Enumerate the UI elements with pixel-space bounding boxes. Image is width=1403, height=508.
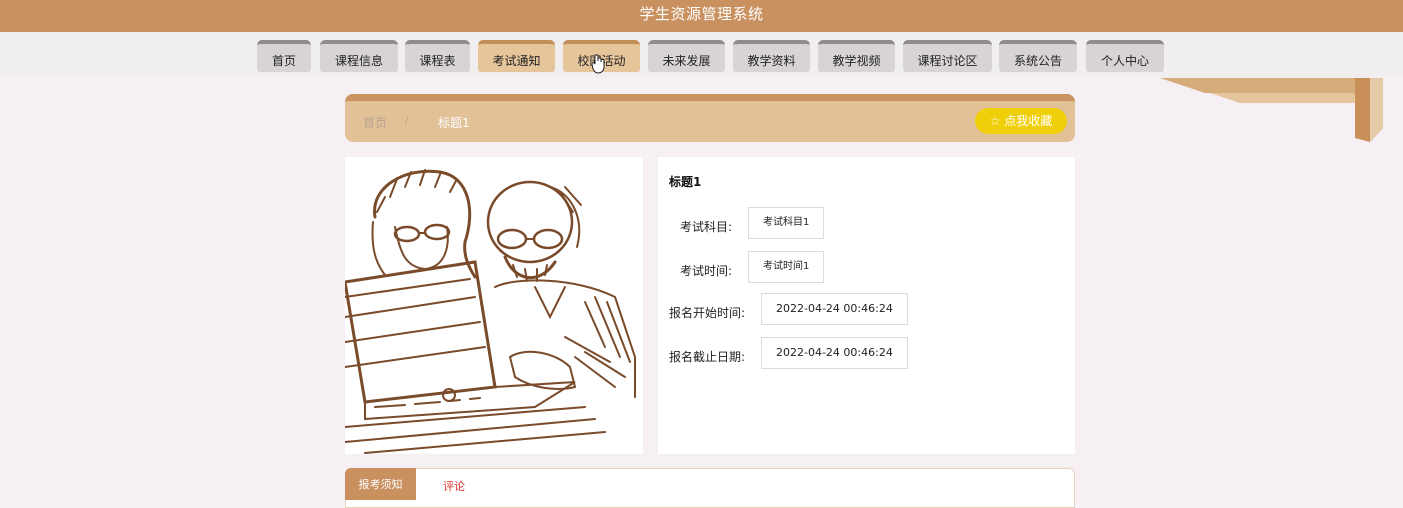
field-label-registration-deadline: 报名截止日期: xyxy=(669,350,746,364)
mouse-cursor-icon xyxy=(592,54,605,74)
field-label-registration-start: 报名开始时间: xyxy=(669,306,746,320)
nav-item-course-forum[interactable]: 课程讨论区 xyxy=(903,40,992,72)
field-value-registration-start: 2022-04-24 00:46:24 xyxy=(761,293,908,325)
decorative-corner-ribbon xyxy=(1160,78,1383,142)
detail-image xyxy=(345,157,643,454)
nav-item-exam-notice[interactable]: 考试通知 xyxy=(478,40,555,72)
app-title: 学生资源管理系统 xyxy=(639,5,764,23)
tab-exam-notes[interactable]: 报考须知 xyxy=(345,468,416,500)
nav-item-personal-center[interactable]: 个人中心 xyxy=(1086,40,1164,72)
nav-item-timetable[interactable]: 课程表 xyxy=(405,40,470,72)
breadcrumb-home-link[interactable]: 首页 xyxy=(363,114,387,131)
breadcrumb-bar: 首页 / 标题1 ☆ 点我收藏 xyxy=(345,94,1075,142)
field-label-exam-subject: 考试科目: xyxy=(680,220,733,234)
nav-item-home[interactable]: 首页 xyxy=(257,40,311,72)
nav-item-teaching-videos[interactable]: 教学视频 xyxy=(818,40,895,72)
nav-item-announcements[interactable]: 系统公告 xyxy=(999,40,1077,72)
nav-item-teaching-materials[interactable]: 教学资料 xyxy=(733,40,810,72)
detail-info-panel: 标题1 考试科目: 考试科目1 考试时间: 考试时间1 报名开始时间: 2022… xyxy=(658,157,1075,454)
field-value-exam-time: 考试时间1 xyxy=(748,251,825,283)
favorite-button[interactable]: ☆ 点我收藏 xyxy=(975,108,1067,134)
content-tabs: 报考须知 评论 xyxy=(345,468,1075,508)
field-value-exam-subject: 考试科目1 xyxy=(748,207,825,239)
sketch-illustration xyxy=(345,157,643,454)
detail-title: 标题1 xyxy=(669,175,702,189)
app-title-bar: 学生资源管理系统 xyxy=(0,0,1403,32)
field-value-registration-deadline: 2022-04-24 00:46:24 xyxy=(761,337,908,369)
nav-item-course-info[interactable]: 课程信息 xyxy=(320,40,398,72)
field-label-exam-time: 考试时间: xyxy=(680,264,733,278)
nav-item-future-development[interactable]: 未来发展 xyxy=(648,40,725,72)
breadcrumb-separator: / xyxy=(405,114,409,127)
tab-comments[interactable]: 评论 xyxy=(443,478,465,494)
breadcrumb-current: 标题1 xyxy=(438,116,470,130)
